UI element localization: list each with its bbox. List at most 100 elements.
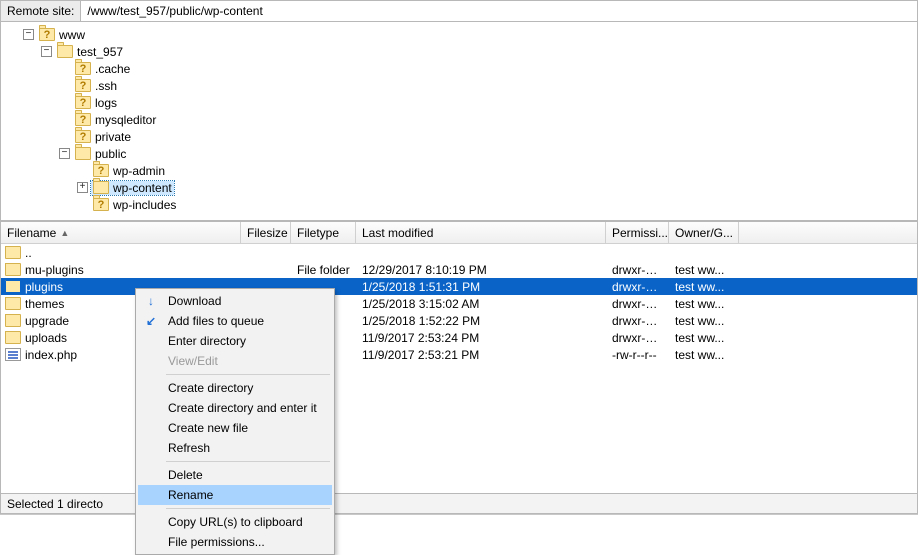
menu-label: Create directory xyxy=(168,381,253,395)
file-row[interactable]: .. xyxy=(1,244,917,261)
tree-toggle-icon[interactable]: + xyxy=(77,182,88,193)
menu-file-permissions[interactable]: File permissions... xyxy=(138,532,332,552)
file-row[interactable]: mu-plugins File folder12/29/2017 8:10:19 … xyxy=(1,261,917,278)
file-name-cell: mu-plugins xyxy=(1,263,241,277)
folder-icon: ? xyxy=(39,28,55,41)
folder-icon: ? xyxy=(75,79,91,92)
menu-label: File permissions... xyxy=(168,535,265,549)
file-modified-cell: 11/9/2017 2:53:24 PM xyxy=(356,331,606,345)
menu-label: Download xyxy=(168,294,221,308)
file-modified-cell: 1/25/2018 3:15:02 AM xyxy=(356,297,606,311)
folder-icon: ? xyxy=(93,198,109,211)
folder-icon xyxy=(75,147,91,160)
menu-label: Copy URL(s) to clipboard xyxy=(168,515,303,529)
folder-icon xyxy=(5,314,21,327)
menu-create-directory[interactable]: Create directory xyxy=(138,378,332,398)
remote-site-input[interactable] xyxy=(81,1,917,21)
tree-item-label: private xyxy=(95,130,131,144)
question-mark-icon: ? xyxy=(75,79,91,92)
col-modified[interactable]: Last modified xyxy=(356,222,606,243)
menu-label: Create directory and enter it xyxy=(168,401,317,415)
tree-item[interactable]: + wp-content xyxy=(1,179,917,196)
menu-separator xyxy=(166,508,330,509)
tree-item[interactable]: ?wp-admin xyxy=(1,162,917,179)
php-file-icon xyxy=(5,348,21,361)
tree-folder[interactable]: test_957 xyxy=(55,45,125,59)
tree-item-label: wp-content xyxy=(113,181,172,195)
tree-item[interactable]: − test_957 xyxy=(1,43,917,60)
context-menu[interactable]: ↓Download ↙ Add files to queue Enter direct… xyxy=(135,288,335,555)
folder-icon xyxy=(5,246,21,259)
file-modified-cell: 11/9/2017 2:53:21 PM xyxy=(356,348,606,362)
menu-download[interactable]: ↓Download xyxy=(138,291,332,311)
menu-add-files-to-queue[interactable]: ↙ Add files to queue xyxy=(138,311,332,331)
file-owner-cell: test ww... xyxy=(669,297,739,311)
file-permissions-cell: drwxr-xr-x xyxy=(606,331,669,345)
question-mark-icon: ? xyxy=(93,198,109,211)
tree-item[interactable]: −? www xyxy=(1,26,917,43)
tree-folder[interactable]: ? private xyxy=(73,130,133,144)
tree-folder[interactable]: ?wp-includes xyxy=(91,198,178,212)
file-type-cell: File folder xyxy=(291,263,356,277)
menu-separator xyxy=(166,374,330,375)
folder-icon: ? xyxy=(75,130,91,143)
file-permissions-cell: drwxr-xr-x xyxy=(606,314,669,328)
tree-item[interactable]: ?logs xyxy=(1,94,917,111)
folder-icon xyxy=(57,45,73,58)
menu-label: Create new file xyxy=(168,421,248,435)
tree-item[interactable]: ?.cache xyxy=(1,60,917,77)
tree-folder[interactable]: ? www xyxy=(37,28,87,42)
tree-item[interactable]: ? mysqleditor xyxy=(1,111,917,128)
tree-folder[interactable]: public xyxy=(73,147,128,161)
folder-icon xyxy=(5,297,21,310)
tree-folder[interactable]: wp-content xyxy=(91,181,174,195)
tree-item[interactable]: ? private xyxy=(1,128,917,145)
folder-icon xyxy=(93,181,109,194)
tree-folder[interactable]: ? mysqleditor xyxy=(73,113,158,127)
menu-label: Refresh xyxy=(168,441,210,455)
menu-icon: ↙ xyxy=(143,314,159,328)
file-owner-cell: test ww... xyxy=(669,348,739,362)
tree-folder[interactable]: ?logs xyxy=(73,96,119,110)
file-modified-cell: 1/25/2018 1:52:22 PM xyxy=(356,314,606,328)
menu-create-new-file[interactable]: Create new file xyxy=(138,418,332,438)
col-filesize[interactable]: Filesize xyxy=(241,222,291,243)
menu-copy-url-s-to-clipboard[interactable]: Copy URL(s) to clipboard xyxy=(138,512,332,532)
file-modified-cell: 12/29/2017 8:10:19 PM xyxy=(356,263,606,277)
folder-icon xyxy=(5,280,21,293)
tree-folder[interactable]: ?wp-admin xyxy=(91,164,167,178)
tree-item[interactable]: ?.ssh xyxy=(1,77,917,94)
tree-folder[interactable]: ?.cache xyxy=(73,62,132,76)
question-mark-icon: ? xyxy=(93,164,109,177)
menu-create-directory-and-enter-it[interactable]: Create directory and enter it xyxy=(138,398,332,418)
question-mark-icon: ? xyxy=(75,62,91,75)
file-name-label: .. xyxy=(25,246,32,260)
menu-label: Add files to queue xyxy=(168,314,264,328)
col-permissions[interactable]: Permissi... xyxy=(606,222,669,243)
tree-folder[interactable]: ?.ssh xyxy=(73,79,119,93)
col-filetype[interactable]: Filetype xyxy=(291,222,356,243)
menu-rename[interactable]: Rename xyxy=(138,485,332,505)
remote-site-bar: Remote site: xyxy=(0,0,918,22)
tree-toggle-icon[interactable]: − xyxy=(23,29,34,40)
folder-icon: ? xyxy=(93,164,109,177)
file-name-label: mu-plugins xyxy=(25,263,84,277)
folder-icon xyxy=(5,331,21,344)
tree-toggle-icon[interactable]: − xyxy=(41,46,52,57)
menu-refresh[interactable]: Refresh xyxy=(138,438,332,458)
col-owner[interactable]: Owner/G... xyxy=(669,222,739,243)
file-permissions-cell: drwxr-xr-x xyxy=(606,297,669,311)
menu-delete[interactable]: Delete xyxy=(138,465,332,485)
tree-item[interactable]: −public xyxy=(1,145,917,162)
question-mark-icon: ? xyxy=(75,113,91,126)
menu-label: Delete xyxy=(168,468,203,482)
tree-item-label: www xyxy=(59,28,85,42)
menu-enter-directory[interactable]: Enter directory xyxy=(138,331,332,351)
tree-toggle-icon[interactable]: − xyxy=(59,148,70,159)
tree-item-label: mysqleditor xyxy=(95,113,156,127)
remote-tree[interactable]: −?www−test_957?.cache?.ssh?logs?mysqledi… xyxy=(0,22,918,220)
col-filename[interactable]: Filename ▲ xyxy=(1,222,241,243)
tree-item-label: test_957 xyxy=(77,45,123,59)
tree-item[interactable]: ?wp-includes xyxy=(1,196,917,213)
file-permissions-cell: drwxr-xr-x xyxy=(606,263,669,277)
